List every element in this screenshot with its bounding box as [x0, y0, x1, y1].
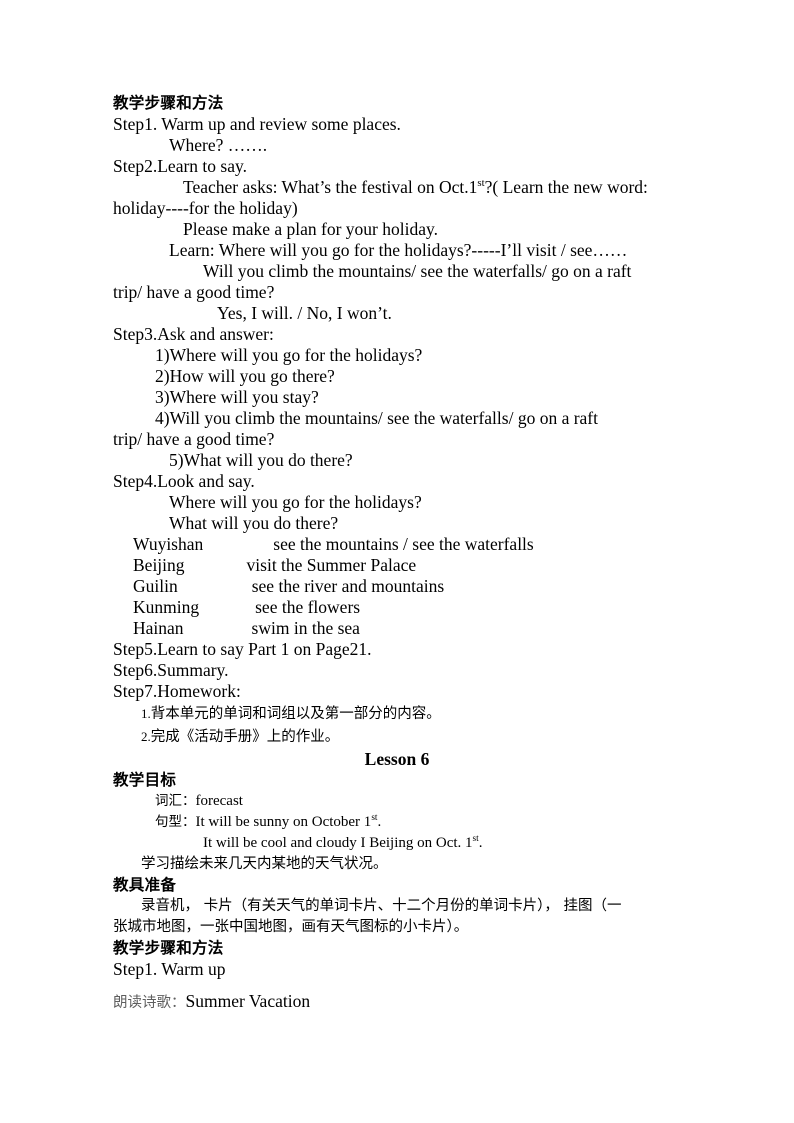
sentence-pattern-line-2: It will be cool and cloudy I Beijing on …: [113, 833, 681, 854]
vocabulary-label: 词汇：: [155, 793, 196, 809]
step6-label: Step6.Summary.: [113, 660, 229, 680]
step2-learn-line: Learn: Where will you go for the holiday…: [169, 240, 628, 260]
step3-question-4-cont: trip/ have a good time?: [113, 429, 275, 449]
step4-question-1: Where will you go for the holidays?: [169, 492, 422, 512]
lesson6-step1-label: Step1. Warm up: [113, 959, 226, 979]
step7-label: Step7.Homework:: [113, 681, 241, 701]
sentence-pattern-label: 句型：: [155, 814, 196, 830]
step4-question-2: What will you do there?: [169, 513, 339, 533]
homework-number: 1.: [141, 706, 151, 721]
heading-teaching-materials: 教具准备: [113, 876, 177, 894]
table-row: Kunming see the flowers: [113, 597, 681, 618]
vocabulary-value: forecast: [195, 793, 243, 809]
step2-teacher-asks-line: Teacher asks: What’s the festival on Oct…: [113, 177, 681, 198]
sentence-pattern-text: It will be sunny on October 1: [195, 814, 372, 830]
heading-teaching-methods-1: 教学步骤和方法: [113, 94, 224, 112]
poem-title: Summer Vacation: [185, 991, 311, 1011]
step4-label: Step4.Look and say.: [113, 471, 255, 491]
step2-plan-line: Please make a plan for your holiday.: [183, 219, 438, 239]
poem-line: 朗读诗歌：Summer Vacation: [113, 991, 681, 1014]
step2-teacher-asks-text: Teacher asks: What’s the festival on Oct…: [183, 177, 478, 197]
step3-question-5: 5)What will you do there?: [169, 450, 353, 470]
homework-item-1: 1.背本单元的单词和词组以及第一部分的内容。: [113, 702, 681, 725]
place-activity: see the flowers: [255, 597, 361, 617]
table-row: Beijing visit the Summer Palace: [113, 555, 681, 576]
sentence-pattern-tail: .: [377, 814, 382, 830]
homework-text: 背本单元的单词和词组以及第一部分的内容。: [150, 706, 441, 722]
heading-teaching-methods-2: 教学步骤和方法: [113, 939, 224, 957]
sentence-pattern-text: It will be cool and cloudy I Beijing on …: [203, 835, 473, 851]
materials-line-2: 张城市地图，一张中国地图，画有天气图标的小卡片）。: [113, 919, 469, 935]
step5-label: Step5.Learn to say Part 1 on Page21.: [113, 639, 372, 659]
step3-question-3: 3)Where will you stay?: [155, 387, 319, 407]
step3-question-1: 1)Where will you go for the holidays?: [155, 345, 423, 365]
place-name: Beijing: [133, 555, 185, 575]
step3-question-4: 4)Will you climb the mountains/ see the …: [155, 408, 598, 428]
document-body: 教学步骤和方法 Step1. Warm up and review some p…: [113, 93, 681, 1014]
poem-label: 朗读诗歌：: [113, 995, 186, 1011]
place-name: Wuyishan: [133, 534, 204, 554]
step2-yes-line: Yes, I will. / No, I won’t.: [217, 303, 392, 323]
step2-will-line: Will you climb the mountains/ see the wa…: [203, 261, 632, 281]
ordinal-suffix-icon: st: [477, 177, 485, 190]
step2-label: Step2.Learn to say.: [113, 156, 247, 176]
vocabulary-line: 词汇：forecast: [113, 791, 681, 812]
table-row: Hainan swim in the sea: [113, 618, 681, 639]
homework-number: 2.: [141, 729, 151, 744]
document-page: 教学步骤和方法 Step1. Warm up and review some p…: [0, 0, 794, 1123]
place-activity: visit the Summer Palace: [246, 555, 417, 575]
place-name: Kunming: [133, 597, 200, 617]
homework-item-2: 2.完成《活动手册》上的作业。: [113, 725, 681, 748]
sentence-pattern-tail: .: [478, 835, 483, 851]
step1-label: Step1. Warm up and review some places.: [113, 114, 401, 134]
step2-teacher-asks-tail: ?( Learn the new word:: [484, 177, 648, 197]
place-name: Hainan: [133, 618, 184, 638]
place-activity: see the river and mountains: [251, 576, 445, 596]
lesson-title: Lesson 6: [364, 749, 430, 769]
materials-line-1: 录音机， 卡片（有关天气的单词卡片、十二个月份的单词卡片）， 挂图（一: [141, 898, 622, 914]
step1-sub-line: Where? …….: [169, 135, 268, 155]
step3-question-2: 2)How will you go there?: [155, 366, 335, 386]
homework-text: 完成《活动手册》上的作业。: [150, 729, 340, 745]
sentence-pattern-line-1: 句型：It will be sunny on October 1st.: [113, 812, 681, 833]
step3-label: Step3.Ask and answer:: [113, 324, 274, 344]
place-activity: see the mountains / see the waterfalls: [273, 534, 534, 554]
objective-description: 学习描绘未来几天内某地的天气状况。: [141, 856, 388, 872]
step2-holiday-line: holiday----for the holiday): [113, 198, 298, 218]
heading-teaching-objectives: 教学目标: [113, 771, 177, 789]
place-activity: swim in the sea: [251, 618, 360, 638]
table-row: Guilin see the river and mountains: [113, 576, 681, 597]
step2-trip-line: trip/ have a good time?: [113, 282, 275, 302]
table-row: Wuyishan see the mountains / see the wate…: [113, 534, 681, 555]
place-name: Guilin: [133, 576, 178, 596]
